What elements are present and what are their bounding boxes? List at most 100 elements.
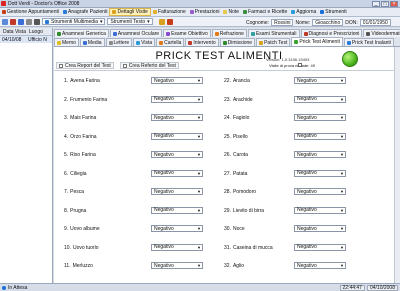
new-icon[interactable] [2, 18, 8, 25]
column-header-data[interactable]: Data Vista [0, 29, 26, 35]
nome-label: Nome: [295, 19, 311, 26]
result-value: Negativo [154, 244, 174, 250]
crea-referto-button[interactable]: Crea Referto del Test [119, 62, 179, 69]
result-value: Negativo [154, 262, 174, 269]
tab-media[interactable]: Media [79, 38, 105, 46]
tab-refrazione[interactable]: Refrazione [211, 29, 247, 37]
tab-cartella[interactable]: Cartella [156, 38, 185, 46]
strumenti-testo-label: Strumenti Testo [110, 18, 146, 25]
result-select[interactable]: Negativo ▼ [294, 206, 346, 214]
tab-prick-test-alimenti[interactable]: Prick Test Alimenti [291, 37, 343, 46]
tab-esami-strumentali[interactable]: Esami Strumentali [247, 29, 300, 37]
test-label: 26. Carota [224, 152, 248, 158]
result-select[interactable]: Negativo ▼ [151, 151, 203, 158]
dob-label: DON: [345, 19, 358, 26]
test-number: 31. [224, 244, 231, 251]
vertical-scrollbar[interactable] [394, 47, 400, 283]
menu-anagrafe-pazienti[interactable]: Anagrafe Pazienti [61, 8, 109, 16]
menu-label: Aggiorna [296, 9, 317, 15]
result-select[interactable]: Negativo ▼ [151, 206, 203, 214]
crea-report-button[interactable]: Crea Report del Test [56, 62, 114, 69]
result-select[interactable]: Negativo ▼ [294, 169, 346, 177]
test-number: 28. [224, 189, 231, 195]
test-label: 23. Arachide [224, 97, 253, 103]
tab-diagnosi-e-prescrizioni[interactable]: Diagnosi e Prescrizioni [300, 29, 363, 37]
visit-row[interactable]: 04/10/08 Ufficio N [0, 36, 52, 43]
tab-lettere[interactable]: Lettere [105, 38, 133, 46]
test-name: Prugna [70, 207, 87, 214]
tab-anamnesi-generica[interactable]: Anamnesi Generica [54, 29, 109, 37]
result-select[interactable]: Negativo ▼ [151, 77, 203, 84]
test-label: 3. Mais Farina [64, 115, 96, 121]
delete-icon[interactable] [10, 18, 16, 25]
tab-videodermatoscopia[interactable]: Videodermatoscopia [363, 29, 400, 37]
cartella-icon [159, 40, 164, 45]
vista-icon [136, 40, 141, 45]
test-label: 6. Ciliegia [64, 171, 87, 177]
test-name: Pisello [232, 133, 248, 140]
tab-memo[interactable]: Memo [54, 38, 79, 46]
print-icon[interactable] [34, 18, 40, 25]
chevron-down-icon: ▼ [340, 152, 344, 157]
menu-note[interactable]: Note [221, 8, 241, 16]
result-select[interactable]: Negativo ▼ [294, 132, 346, 140]
result-select[interactable]: Negativo ▼ [151, 169, 203, 177]
column-header-luogo[interactable]: Luogo [26, 29, 52, 35]
tool-icon[interactable] [166, 18, 173, 25]
test-number: 7. [64, 189, 69, 195]
test-number: 32. [224, 263, 231, 269]
result-select[interactable]: Negativo ▼ [151, 262, 203, 269]
menu-aggiorna[interactable]: Aggiorna [289, 8, 318, 16]
result-select[interactable]: Negativo ▼ [151, 114, 203, 121]
test-number: 10. [64, 244, 71, 251]
trial-checkbox[interactable] [298, 63, 302, 67]
result-select[interactable]: Negativo ▼ [151, 243, 203, 251]
result-select[interactable]: Negativo ▼ [294, 262, 346, 269]
result-select[interactable]: Negativo ▼ [294, 225, 346, 232]
menu-farmaci-e-ricette[interactable]: Farmaci e Ricette [241, 8, 289, 16]
patient-info: Cognome: Rossini Nome: Gioacchino DON: 0… [246, 19, 391, 26]
minimize-button[interactable]: _ [372, 1, 380, 7]
chevron-down-icon: ▼ [340, 115, 344, 120]
tab-intervento[interactable]: Intervento [185, 38, 219, 46]
multimedia-icon [45, 19, 49, 24]
result-select[interactable]: Negativo ▼ [294, 77, 346, 84]
result-select[interactable]: Negativo ▼ [294, 243, 346, 251]
save-icon[interactable] [18, 18, 24, 25]
result-select[interactable]: Negativo ▼ [151, 95, 203, 103]
esami-strumentali-icon [250, 31, 255, 36]
menu-gestione-appuntamenti[interactable]: Gestione Appuntamenti [0, 8, 61, 16]
result-value: Negativo [154, 188, 174, 195]
result-select[interactable]: Negativo ▼ [151, 188, 203, 195]
dob-value: 01/01/1950 [359, 19, 391, 26]
chevron-down-icon: ▼ [340, 263, 344, 268]
result-value: Negativo [154, 170, 174, 176]
tab-vista[interactable]: Vista [133, 38, 156, 46]
tool-icon[interactable] [158, 18, 165, 25]
close-button[interactable]: × [390, 1, 398, 7]
fatturazione-icon [152, 10, 157, 14]
result-select[interactable]: Negativo ▼ [151, 132, 203, 140]
tab-label: Lettere [113, 39, 130, 46]
menu-prestazioni[interactable]: Prestazioni [188, 8, 222, 16]
undo-icon[interactable] [26, 18, 32, 25]
result-select[interactable]: Negativo ▼ [294, 95, 346, 103]
test-number: 26. [224, 152, 231, 158]
menu-fatturazione[interactable]: Fatturazione [151, 8, 188, 16]
maximize-button[interactable]: □ [381, 1, 389, 7]
tab-prick-test-inalanti[interactable]: Prick Test Inalanti [343, 38, 394, 46]
result-select[interactable]: Negativo ▼ [294, 188, 346, 195]
tab-esame-obiettivo[interactable]: Esame Obiettivo [163, 29, 211, 37]
result-select[interactable]: Negativo ▼ [294, 151, 346, 158]
tab-anamnesi-oculare[interactable]: Anamnesi Oculare [109, 29, 163, 37]
test-number: 29. [224, 207, 231, 214]
result-select[interactable]: Negativo ▼ [294, 114, 346, 121]
strumenti-testo-dropdown[interactable]: Strumenti Testo ▾ [107, 18, 153, 25]
strumenti-multimedia-dropdown[interactable]: Strumenti Multimedia ▾ [42, 18, 106, 25]
result-select[interactable]: Negativo ▼ [151, 225, 203, 232]
tab-patch-test[interactable]: Patch Test [256, 38, 291, 46]
menu-dettagli-visite[interactable]: Dettagli Visite [109, 8, 151, 16]
test-name: Riso Farina [70, 152, 96, 158]
menu-strumenti[interactable]: Strumenti [318, 8, 348, 16]
tab-dimissione[interactable]: Dimissione [219, 38, 256, 46]
